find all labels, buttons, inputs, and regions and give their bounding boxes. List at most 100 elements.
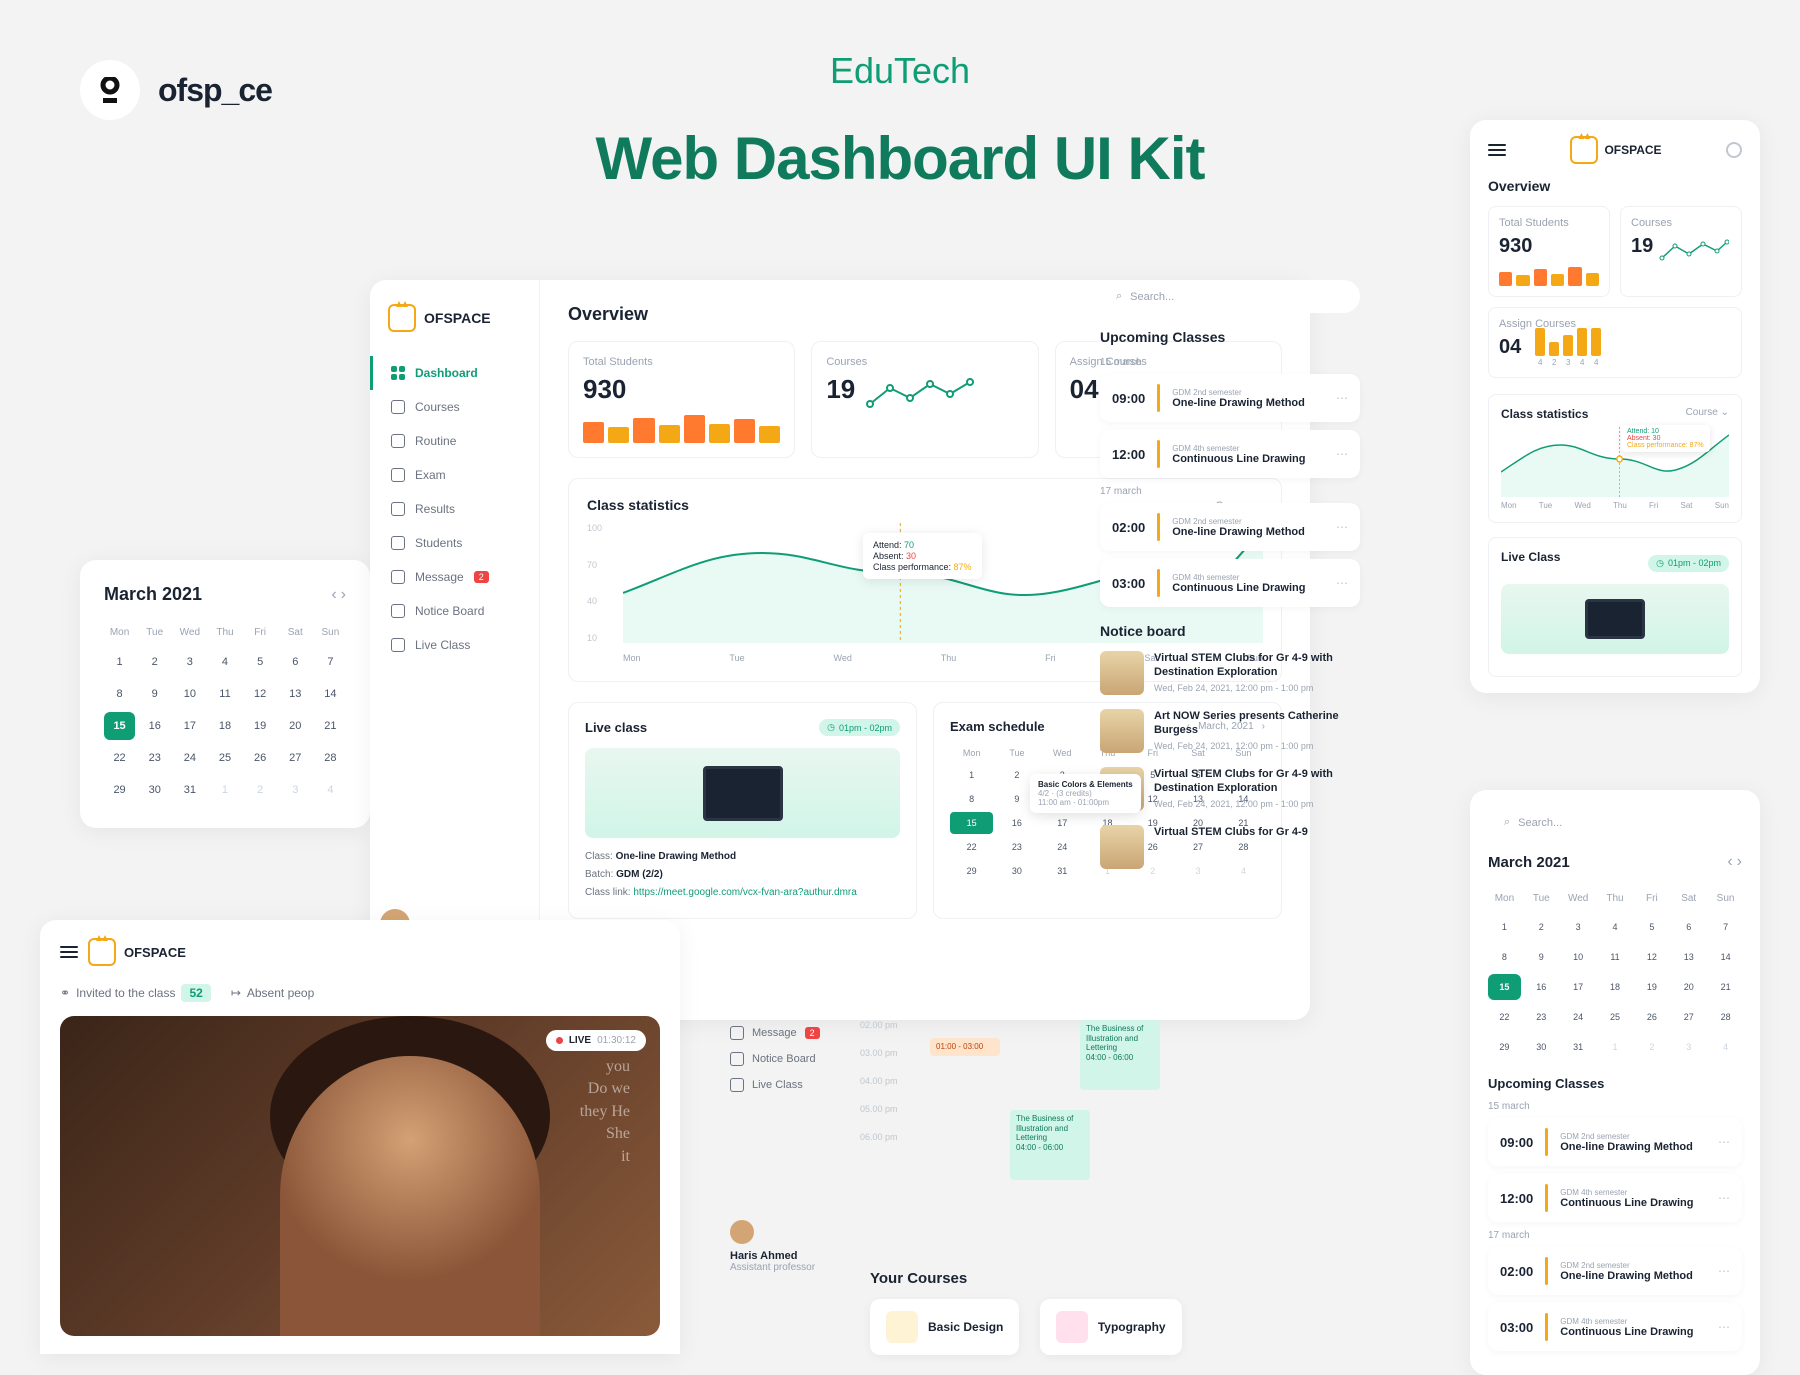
calendar-day[interactable]: 13 <box>280 680 311 708</box>
calendar-day[interactable]: 27 <box>1672 1004 1705 1030</box>
calendar-next-icon[interactable]: › <box>341 586 346 604</box>
calendar-day[interactable]: 3 <box>1562 914 1595 940</box>
calendar-day[interactable]: 14 <box>315 680 346 708</box>
more-icon[interactable]: ⋯ <box>1718 1191 1730 1205</box>
calendar-day[interactable]: 29 <box>104 776 135 804</box>
search-input[interactable]: ⌕Search... <box>1488 806 1742 839</box>
calendar-day[interactable]: 6 <box>280 648 311 676</box>
calendar-day[interactable]: 17 <box>174 712 205 740</box>
notice-item[interactable]: Virtual STEM Clubs for Gr 4-9 <box>1100 825 1360 869</box>
calendar-day[interactable]: 26 <box>1635 1004 1668 1030</box>
calendar-day[interactable]: 5 <box>1635 914 1668 940</box>
calendar-day[interactable]: 8 <box>950 788 993 810</box>
calendar-day[interactable]: 25 <box>209 744 240 772</box>
calendar-day[interactable]: 6 <box>1672 914 1705 940</box>
calendar-day[interactable]: 17 <box>1041 812 1084 834</box>
calendar-day[interactable]: 13 <box>1672 944 1705 970</box>
more-icon[interactable]: ⋯ <box>1336 447 1348 461</box>
calendar-day[interactable]: 4 <box>209 648 240 676</box>
calendar-day[interactable]: 9 <box>139 680 170 708</box>
calendar-day[interactable]: 15 <box>1488 974 1521 1000</box>
more-icon[interactable]: ⋯ <box>1718 1135 1730 1149</box>
calendar-day[interactable]: 22 <box>950 836 993 858</box>
upcoming-class-item[interactable]: 12:00GDM 4th semesterContinuous Line Dra… <box>1488 1174 1742 1222</box>
calendar-day[interactable]: 22 <box>104 744 135 772</box>
calendar-day[interactable]: 16 <box>995 812 1038 834</box>
calendar-day[interactable]: 11 <box>1599 944 1632 970</box>
calendar-day[interactable]: 30 <box>1525 1034 1558 1060</box>
calendar-day[interactable]: 30 <box>139 776 170 804</box>
calendar-day[interactable]: 29 <box>1488 1034 1521 1060</box>
calendar-day[interactable]: 11 <box>209 680 240 708</box>
class-link[interactable]: https://meet.google.com/vcx-fvan-ara?aut… <box>633 887 856 898</box>
calendar-day[interactable]: 1 <box>104 648 135 676</box>
calendar-day[interactable]: 23 <box>1525 1004 1558 1030</box>
calendar-day[interactable]: 24 <box>174 744 205 772</box>
sidebar-item-dashboard[interactable]: Dashboard <box>370 356 539 390</box>
schedule-block-orange[interactable]: 01:00 - 03:00 <box>930 1038 1000 1056</box>
sidebar-item-students[interactable]: Students <box>370 526 539 560</box>
calendar-day[interactable]: 25 <box>1599 1004 1632 1030</box>
live-video[interactable]: LIVE01:30:12 youDo wethey HeSheit <box>60 1016 660 1336</box>
calendar-day[interactable]: 5 <box>245 648 276 676</box>
calendar-day[interactable]: 20 <box>1672 974 1705 1000</box>
calendar-day[interactable]: 7 <box>1709 914 1742 940</box>
calendar-day[interactable]: 8 <box>1488 944 1521 970</box>
schedule-block-green-1[interactable]: The Business of Illustration and Letteri… <box>1080 1020 1160 1090</box>
calendar-day[interactable]: 28 <box>1709 1004 1742 1030</box>
menu-icon[interactable] <box>60 946 78 958</box>
sidebar-item-live-class[interactable]: Live Class <box>370 628 539 662</box>
calendar-prev-icon[interactable]: ‹ <box>331 586 336 604</box>
calendar-day[interactable]: 22 <box>1488 1004 1521 1030</box>
calendar-day[interactable]: 3 <box>174 648 205 676</box>
calendar-day[interactable]: 31 <box>1562 1034 1595 1060</box>
notice-item[interactable]: Art NOW Series presents Catherine Burges… <box>1100 709 1360 753</box>
calendar-day[interactable]: 1 <box>950 764 993 786</box>
calendar-day[interactable]: 4 <box>1599 914 1632 940</box>
more-icon[interactable]: ⋯ <box>1336 520 1348 534</box>
search-input[interactable]: ⌕ Search... <box>1100 280 1360 313</box>
calendar-day[interactable]: 10 <box>1562 944 1595 970</box>
upcoming-class-item[interactable]: 02:00GDM 2nd semesterOne-line Drawing Me… <box>1100 503 1360 551</box>
calendar-day[interactable]: 16 <box>139 712 170 740</box>
upcoming-class-item[interactable]: 09:00GDM 2nd semesterOne-line Drawing Me… <box>1488 1118 1742 1166</box>
course-card[interactable]: Basic Design <box>870 1299 1019 1355</box>
calendar-day[interactable]: 12 <box>245 680 276 708</box>
calendar-day[interactable]: 15 <box>950 812 993 834</box>
upcoming-class-item[interactable]: 03:00GDM 4th semesterContinuous Line Dra… <box>1488 1303 1742 1351</box>
calendar-day[interactable]: 24 <box>1041 836 1084 858</box>
calendar-next-icon[interactable]: › <box>1737 853 1742 871</box>
sidebar-item-notice-board[interactable]: Notice Board <box>370 594 539 628</box>
calendar-prev-icon[interactable]: ‹ <box>1727 853 1732 871</box>
sidebar-item-results[interactable]: Results <box>370 492 539 526</box>
menu-icon[interactable] <box>1488 144 1506 156</box>
calendar-day[interactable]: 16 <box>1525 974 1558 1000</box>
calendar-day[interactable]: 28 <box>315 744 346 772</box>
more-icon[interactable]: ⋯ <box>1718 1320 1730 1334</box>
more-icon[interactable]: ⋯ <box>1336 576 1348 590</box>
calendar-day[interactable]: 31 <box>174 776 205 804</box>
upcoming-class-item[interactable]: 03:00GDM 4th semesterContinuous Line Dra… <box>1100 559 1360 607</box>
search-icon[interactable] <box>1726 142 1742 158</box>
calendar-day[interactable]: 12 <box>1635 944 1668 970</box>
sidebar-item-routine[interactable]: Routine <box>370 424 539 458</box>
calendar-day[interactable]: 19 <box>1635 974 1668 1000</box>
sidebar-item-courses[interactable]: Courses <box>370 390 539 424</box>
more-icon[interactable]: ⋯ <box>1336 391 1348 405</box>
calendar-day[interactable]: 23 <box>139 744 170 772</box>
calendar-day[interactable]: 24 <box>1562 1004 1595 1030</box>
upcoming-class-item[interactable]: 12:00GDM 4th semesterContinuous Line Dra… <box>1100 430 1360 478</box>
calendar-day[interactable]: 14 <box>1709 944 1742 970</box>
sidebar-item-message[interactable]: Message2 <box>370 560 539 594</box>
calendar-day[interactable]: 29 <box>950 860 993 882</box>
calendar-day[interactable]: 2 <box>139 648 170 676</box>
schedule-block-green-2[interactable]: The Business of Illustration and Letteri… <box>1010 1110 1090 1180</box>
calendar-day[interactable]: 17 <box>1562 974 1595 1000</box>
calendar-day[interactable]: 10 <box>174 680 205 708</box>
upcoming-class-item[interactable]: 02:00GDM 2nd semesterOne-line Drawing Me… <box>1488 1247 1742 1295</box>
calendar-day[interactable]: 18 <box>209 712 240 740</box>
calendar-day[interactable]: 21 <box>1709 974 1742 1000</box>
calendar-day[interactable]: 27 <box>280 744 311 772</box>
calendar-day[interactable]: 19 <box>245 712 276 740</box>
calendar-day[interactable]: 15 <box>104 712 135 740</box>
